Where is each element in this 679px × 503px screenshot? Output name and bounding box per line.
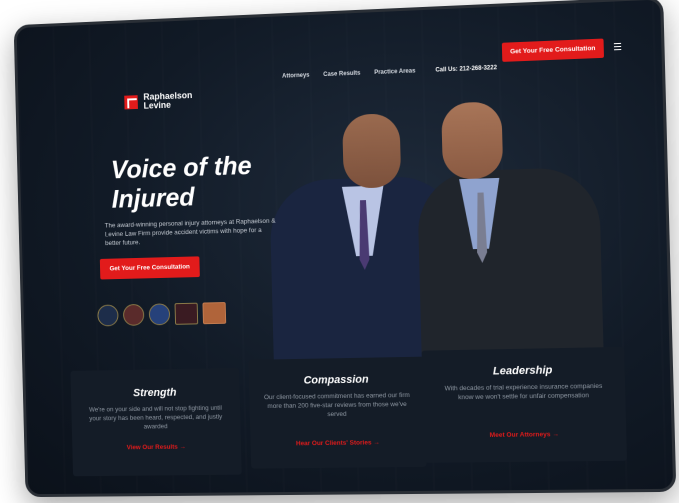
card-title: Strength: [132, 386, 177, 400]
website-screen: Raphaelson Levine Attorneys Case Results…: [13, 0, 677, 498]
card-text: With decades of trial experience insuran…: [444, 382, 603, 402]
attorney-right-body: [416, 166, 604, 367]
hero-subtitle: The award-winning personal injury attorn…: [104, 217, 276, 248]
card-strength: Strength We're on your side and will not…: [70, 367, 242, 477]
nav-item-attorneys[interactable]: Attorneys: [282, 73, 310, 80]
award-badge-icon: [148, 303, 171, 326]
device-mockup: Raphaelson Levine Attorneys Case Results…: [0, 0, 679, 503]
hero-consultation-button[interactable]: Get Your Free Consultation: [99, 256, 200, 280]
card-title: Compassion: [303, 373, 369, 387]
logo-icon: [124, 95, 138, 110]
client-stories-link[interactable]: Hear Our Clients' Stories →: [251, 439, 426, 448]
card-text: Our client-focused commitment has earned…: [263, 391, 410, 419]
award-badge-icon: [97, 304, 119, 327]
value-cards: Strength We're on your side and will not…: [63, 346, 638, 477]
menu-button[interactable]: [608, 37, 627, 56]
meet-attorneys-link[interactable]: Meet Our Attorneys →: [424, 430, 627, 440]
card-text: We're on your side and will not stop fig…: [88, 404, 223, 431]
hamburger-icon-line: [613, 48, 621, 50]
attorney-right-head: [441, 101, 504, 180]
brand-logo[interactable]: Raphaelson Levine: [124, 90, 201, 112]
card-title: Leadership: [492, 364, 553, 378]
award-badge-icon: [174, 302, 199, 325]
card-compassion: Compassion Our client-focused commitment…: [248, 356, 427, 469]
screen-wrapper: Raphaelson Levine Attorneys Case Results…: [13, 0, 677, 498]
hamburger-icon-line: [613, 45, 621, 47]
award-badge-icon: [202, 302, 227, 325]
view-results-link[interactable]: View Our Results →: [72, 443, 241, 452]
hamburger-icon: [613, 42, 621, 44]
card-leadership: Leadership With decades of trial experie…: [421, 346, 627, 463]
award-badge-icon: [122, 303, 145, 326]
hero-title: Voice of the Injured: [110, 150, 252, 214]
attorney-left-head: [342, 113, 402, 189]
nav-consultation-button[interactable]: Get Your Free Consultation: [501, 38, 604, 62]
attorneys-photo: [248, 99, 614, 370]
brand-name: Raphaelson Levine: [143, 90, 193, 111]
award-badges: [97, 302, 227, 327]
